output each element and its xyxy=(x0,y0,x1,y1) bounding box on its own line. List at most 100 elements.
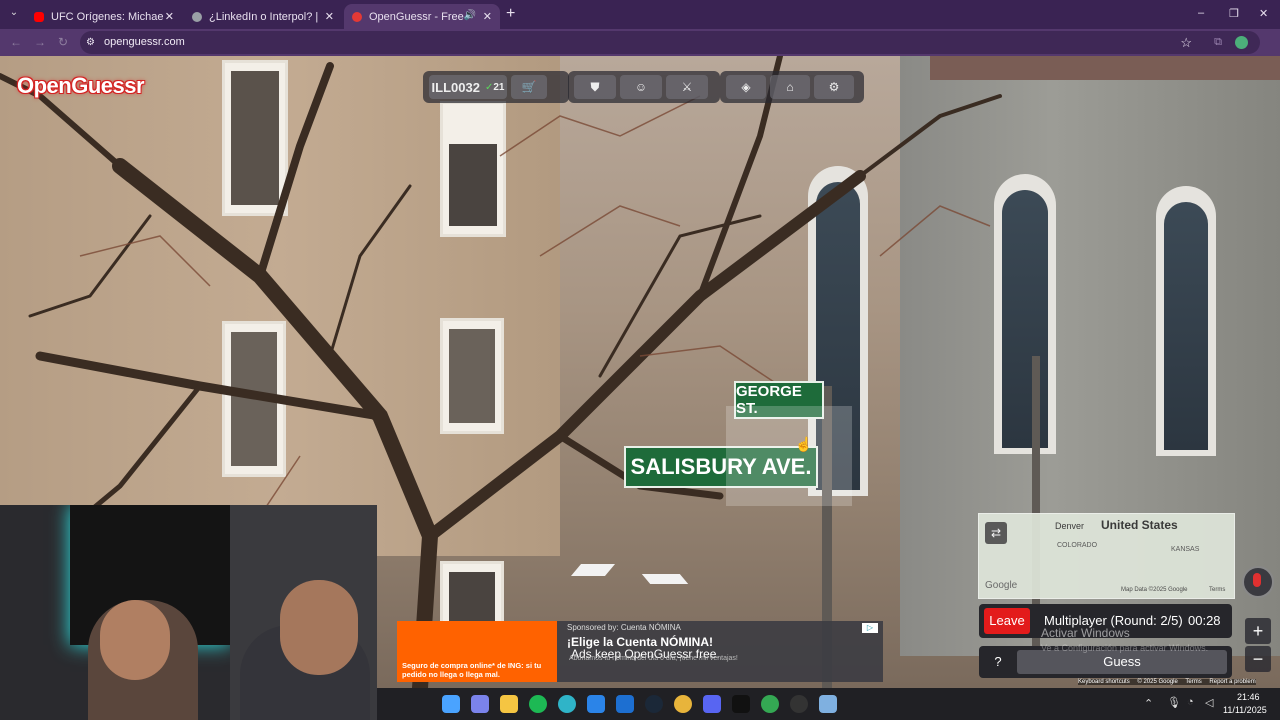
obs-icon[interactable] xyxy=(790,695,808,713)
bookmark-star-icon[interactable]: ☆ xyxy=(1180,31,1192,54)
teams-icon[interactable] xyxy=(471,695,489,713)
outlook-icon[interactable] xyxy=(616,695,634,713)
mouse-cursor-icon: ☝ xyxy=(795,436,813,452)
windows-taskbar: ⌃ 🎙 ◔ ◁ 21:46 11/11/2025 xyxy=(377,688,1280,720)
volume-icon[interactable]: ◁ xyxy=(1205,696,1213,709)
steam-icon[interactable] xyxy=(645,695,663,713)
app-icon[interactable] xyxy=(819,695,837,713)
address-bar-row: ← → ↻ ⚙ openguessr.com ☆ ⧉ xyxy=(0,29,1280,56)
player-name: ILL0032 xyxy=(431,79,480,95)
ad-banner[interactable]: Seguro de compra online* de ING: si tu p… xyxy=(397,621,883,682)
clock-time[interactable]: 21:46 xyxy=(1237,692,1260,702)
speaker-icon[interactable]: 🔊 xyxy=(464,10,476,21)
mode-toolbar: ⛊ ☺ ⚔ xyxy=(568,71,720,103)
tab-linkedin-test[interactable]: ¿LinkedIn o Interpol? | El test m ✕ xyxy=(184,4,342,29)
chrome-icon[interactable] xyxy=(674,695,692,713)
close-tab-icon[interactable]: ✕ xyxy=(165,10,174,23)
map-layers-button[interactable]: ◈ xyxy=(726,75,766,99)
map-label-denver: Denver xyxy=(1055,521,1085,531)
player-badge[interactable]: ILL0032 ✓ 21 xyxy=(429,75,507,99)
learn-button[interactable]: ⌂ xyxy=(770,75,810,99)
shop-button[interactable]: 🛒 xyxy=(511,75,547,99)
minimap-settings-button[interactable]: ⇄ xyxy=(985,522,1007,544)
keyboard-shortcuts-link[interactable]: Keyboard shortcuts xyxy=(1078,679,1130,685)
help-button[interactable]: ? xyxy=(984,650,1012,674)
report-problem-link[interactable]: Report a problem xyxy=(1209,679,1255,685)
extensions-icon[interactable]: ⧉ xyxy=(1214,31,1222,54)
player-toolbar: ILL0032 ✓ 21 🛒 xyxy=(423,71,569,103)
browser-tab-bar: ⌄ UFC Orígenes: Michael Morales ✕ ¿Linke… xyxy=(0,0,1280,29)
cart-icon: 🛒 xyxy=(521,80,537,94)
reload-icon[interactable]: ↻ xyxy=(58,35,68,49)
globe-icon xyxy=(192,11,202,22)
spotify-icon[interactable] xyxy=(529,695,547,713)
layers-icon: ◈ xyxy=(741,80,751,94)
profile-avatar[interactable] xyxy=(1235,36,1248,49)
ad-image: Seguro de compra online* de ING: si tu p… xyxy=(397,621,557,682)
zoom-out-button[interactable]: − xyxy=(1245,646,1271,672)
store-icon[interactable] xyxy=(587,695,605,713)
ad-left-text: Seguro de compra online* de ING: si tu p… xyxy=(402,661,542,679)
gear-icon: ⚙ xyxy=(828,80,840,94)
ad-choices-icon[interactable]: ▷ xyxy=(862,623,878,633)
leave-button[interactable]: Leave xyxy=(984,608,1030,634)
edge-icon[interactable] xyxy=(558,695,576,713)
graduation-cap-icon: ⌂ xyxy=(786,80,794,94)
tab-youtube[interactable]: UFC Orígenes: Michael Morales ✕ xyxy=(26,4,182,29)
forward-icon[interactable]: → xyxy=(34,35,46,49)
battle-button[interactable]: ⚔ xyxy=(666,75,708,99)
tab-title: UFC Orígenes: Michael Morales xyxy=(51,10,163,23)
zoom-in-button[interactable]: + xyxy=(1245,618,1271,644)
leaderboard-button[interactable]: ⛊ xyxy=(574,75,616,99)
map-attribution: Map Data ©2025 Google xyxy=(1121,587,1188,593)
tab-search-button[interactable]: ⌄ xyxy=(6,7,22,23)
url-field[interactable]: ⚙ openguessr.com ☆ ⧉ xyxy=(80,31,1260,54)
tiktok-icon[interactable] xyxy=(732,695,750,713)
chrome-active-icon[interactable] xyxy=(761,695,779,713)
file-explorer-icon[interactable] xyxy=(500,695,518,713)
site-info-icon[interactable]: ⚙ xyxy=(86,37,95,48)
close-tab-icon[interactable]: ✕ xyxy=(325,10,334,23)
openguessr-logo[interactable]: OpenGuessr xyxy=(17,73,145,99)
windows-start-icon[interactable] xyxy=(442,695,460,713)
wifi-icon[interactable]: ◔ xyxy=(1187,696,1194,708)
swords-icon: ⚔ xyxy=(681,80,693,94)
person-right-head xyxy=(280,580,358,675)
person-left-head xyxy=(100,600,170,680)
discord-icon[interactable] xyxy=(703,695,721,713)
windows-activation-title: Activar Windows xyxy=(1041,626,1130,640)
clock-date[interactable]: 11/11/2025 xyxy=(1223,705,1267,715)
webcam-overlay xyxy=(0,505,377,720)
tab-title: OpenGuessr - Free GeoGue xyxy=(369,10,465,23)
hover-highlight xyxy=(726,406,852,506)
guess-button[interactable]: Guess xyxy=(1017,650,1227,674)
google-logo: Google xyxy=(985,580,1018,591)
compass-icon[interactable] xyxy=(1242,566,1274,598)
trophy-icon: ⛊ xyxy=(590,79,600,94)
navigation-arrow-right[interactable] xyxy=(641,574,689,584)
map-terms-link[interactable]: Terms xyxy=(1209,587,1225,593)
close-tab-icon[interactable]: ✕ xyxy=(483,10,492,23)
tab-openguessr[interactable]: OpenGuessr - Free GeoGue 🔊 ✕ xyxy=(344,4,500,29)
minimize-button[interactable]: – xyxy=(1198,7,1204,19)
tab-title: ¿LinkedIn o Interpol? | El test m xyxy=(209,10,321,23)
microphone-icon[interactable]: 🎙 xyxy=(1167,696,1181,709)
openguessr-favicon-icon xyxy=(352,11,362,22)
streak-icon: ✓ xyxy=(484,81,494,93)
restore-button[interactable]: ❐ xyxy=(1229,7,1239,20)
streetview-footer: Keyboard shortcuts © 2025 Google Terms R… xyxy=(1078,679,1256,685)
settings-button[interactable]: ⚙ xyxy=(814,75,854,99)
tray-chevron-icon[interactable]: ⌃ xyxy=(1144,697,1153,710)
streak-count: 21 xyxy=(493,81,505,93)
guess-minimap[interactable]: ⇄ Denver United States COLORADO KANSAS G… xyxy=(978,513,1235,599)
new-tab-button[interactable]: + xyxy=(506,5,515,23)
friends-button[interactable]: ☺ xyxy=(620,75,662,99)
windows-activation-subtitle: Ve a Configuración para activar Windows. xyxy=(1041,643,1209,653)
people-icon: ☺ xyxy=(634,80,648,94)
url-text: openguessr.com xyxy=(104,36,185,48)
map-label-colorado: COLORADO xyxy=(1057,542,1098,549)
back-icon[interactable]: ← xyxy=(10,35,22,49)
close-window-button[interactable]: ✕ xyxy=(1259,7,1268,20)
ad-subtext: Abonamos tu nómina del día 6 día, ¡tiene… xyxy=(569,655,738,662)
terms-link[interactable]: Terms xyxy=(1185,679,1201,685)
